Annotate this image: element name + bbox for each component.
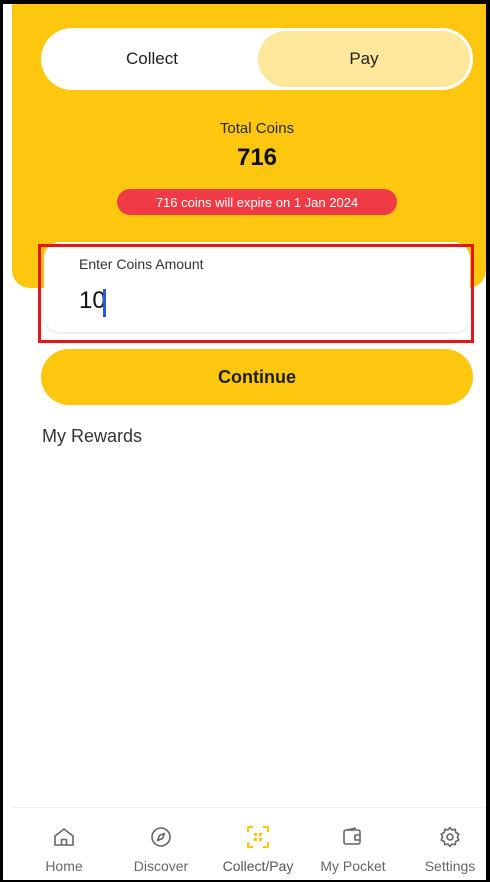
home-icon: [51, 824, 77, 850]
tab-collect[interactable]: Collect: [44, 31, 260, 87]
bottom-navigation: Home Discover Collect/Pay My Pocket Sett…: [12, 807, 486, 880]
collect-pay-toggle: Collect Pay: [41, 28, 473, 90]
total-coins-value: 716: [236, 144, 278, 171]
nav-collect-pay-label: Collect/Pay: [222, 858, 294, 874]
nav-my-pocket-label: My Pocket: [320, 858, 386, 874]
wallet-icon: [340, 824, 366, 850]
continue-button[interactable]: Continue: [41, 349, 473, 405]
tab-pay[interactable]: Pay: [258, 31, 470, 87]
highlight-box: [38, 244, 474, 343]
expiry-badge: 716 coins will expire on 1 Jan 2024: [117, 189, 397, 215]
compass-icon: [148, 824, 174, 850]
nav-my-pocket[interactable]: My Pocket: [305, 808, 401, 881]
nav-collect-pay[interactable]: Collect/Pay: [210, 808, 306, 881]
nav-discover-label: Discover: [133, 858, 189, 874]
my-rewards-heading: My Rewards: [42, 426, 143, 446]
nav-settings[interactable]: Settings: [402, 808, 490, 881]
total-coins-label: Total Coins: [219, 120, 295, 137]
scan-icon: [245, 824, 271, 850]
gear-icon: [437, 824, 463, 850]
nav-settings-label: Settings: [424, 858, 476, 874]
nav-discover[interactable]: Discover: [113, 808, 209, 881]
nav-home-label: Home: [45, 858, 83, 874]
nav-home[interactable]: Home: [16, 808, 112, 881]
